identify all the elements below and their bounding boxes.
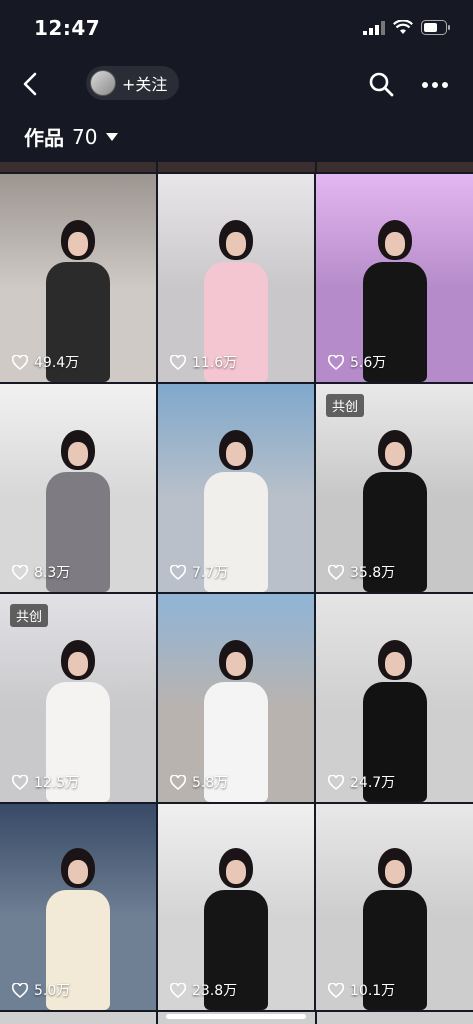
like-count: 5.8万 (170, 772, 228, 792)
heart-icon (12, 354, 28, 370)
search-button[interactable] (367, 70, 397, 100)
heart-icon (170, 354, 186, 370)
like-count: 23.8万 (170, 980, 237, 1000)
heart-icon (328, 774, 344, 790)
like-count-text: 12.5万 (34, 775, 80, 791)
video-thumbnail[interactable]: 5.8万 (158, 594, 314, 802)
search-icon (369, 72, 394, 97)
video-thumbnail[interactable]: 5.6万 (316, 174, 473, 382)
like-count: 7.7万 (170, 562, 228, 582)
heart-icon (12, 564, 28, 580)
collab-badge: 共创 (10, 604, 49, 627)
works-tab[interactable]: 作品 70 (24, 122, 119, 151)
avatar (90, 70, 116, 96)
like-count: 10.1万 (328, 980, 395, 1000)
like-count-text: 5.8万 (192, 775, 229, 791)
like-count-text: 10.1万 (350, 983, 396, 999)
like-count-text: 23.8万 (192, 983, 238, 999)
like-count-text: 35.8万 (350, 565, 396, 581)
video-thumbnail[interactable]: 11.6万 (158, 174, 314, 382)
video-thumbnail[interactable]: 23.8万 (158, 804, 314, 1010)
heart-icon (12, 982, 28, 998)
battery-icon (421, 20, 450, 35)
heart-icon (328, 354, 344, 370)
more-icon (422, 82, 448, 88)
like-count-text: 24.7万 (350, 775, 396, 791)
like-count-text: 8.3万 (34, 565, 71, 581)
nav-bar: +关注 (0, 58, 473, 110)
heart-icon (12, 774, 28, 790)
works-label: 作品 (24, 126, 64, 150)
status-time: 12:47 (34, 16, 101, 40)
video-thumbnail[interactable]: 7.7万 (158, 384, 314, 592)
like-count: 12.5万 (12, 772, 79, 792)
video-thumbnail[interactable]: 24.7万 (316, 594, 473, 802)
follow-label: +关注 (122, 75, 168, 94)
video-thumbnail[interactable]: 49.4万 (0, 174, 156, 382)
like-count-text: 11.6万 (192, 355, 238, 371)
follow-button[interactable]: +关注 (86, 66, 180, 100)
like-count-text: 5.0万 (34, 983, 71, 999)
video-thumbnail[interactable]: 10.1万 (316, 804, 473, 1010)
back-button[interactable] (14, 68, 46, 100)
heart-icon (170, 564, 186, 580)
like-count: 5.6万 (328, 352, 386, 372)
video-thumbnail[interactable]: 8.3万 (0, 384, 156, 592)
collab-badge: 共创 (326, 394, 365, 417)
like-count: 8.3万 (12, 562, 70, 582)
status-bar: 12:47 (0, 0, 473, 58)
works-count: 70 (72, 124, 98, 149)
like-count: 35.8万 (328, 562, 395, 582)
like-count-text: 7.7万 (192, 565, 229, 581)
video-thumbnail[interactable]: 共创 35.8万 (316, 384, 473, 592)
like-count: 11.6万 (170, 352, 237, 372)
video-thumbnail[interactable]: 5.0万 (0, 804, 156, 1010)
heart-icon (328, 564, 344, 580)
like-count: 49.4万 (12, 352, 79, 372)
video-thumbnail[interactable]: 共创 12.5万 (0, 594, 156, 802)
like-count-text: 49.4万 (34, 355, 80, 371)
heart-icon (170, 774, 186, 790)
chevron-left-icon (23, 72, 37, 96)
signal-icon (363, 20, 385, 35)
like-count: 24.7万 (328, 772, 395, 792)
home-indicator (166, 1014, 306, 1019)
wifi-icon (393, 20, 413, 34)
caret-down-icon (106, 132, 119, 141)
status-icons (363, 20, 451, 35)
more-button[interactable] (419, 70, 451, 100)
heart-icon (328, 982, 344, 998)
like-count-text: 5.6万 (350, 355, 387, 371)
previous-row-strip (0, 162, 473, 172)
like-count: 5.0万 (12, 980, 70, 1000)
heart-icon (170, 982, 186, 998)
